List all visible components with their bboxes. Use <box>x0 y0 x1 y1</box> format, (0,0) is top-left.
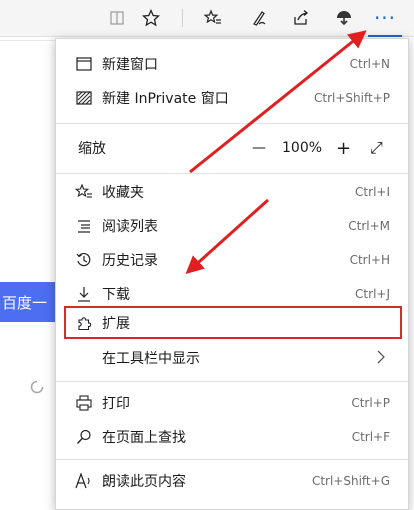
menu-item-shortcut: Ctrl+F <box>351 430 390 444</box>
menu-separator <box>56 123 408 124</box>
menu-separator <box>56 381 408 382</box>
menu-item-shortcut: Ctrl+Shift+G <box>311 474 390 488</box>
menu-item-shortcut: Ctrl+I <box>355 185 390 199</box>
favorite-star-icon[interactable] <box>134 0 168 36</box>
menu-item-read-aloud[interactable]: 朗读此页内容 Ctrl+Shift+G <box>56 464 408 498</box>
menu-item-label: 在工具栏中显示 <box>102 351 200 367</box>
reading-list-icon <box>73 215 95 237</box>
menu-item-shortcut: Ctrl+Shift+P <box>314 91 390 105</box>
more-icon[interactable]: ··· <box>368 0 402 37</box>
menu-item-label: 在页面上查找 <box>102 430 186 446</box>
menu-item-zoom: 缩放 — 100% + ⤢ <box>56 131 408 165</box>
menu-item-new-inprivate-window[interactable]: 新建 InPrivate 窗口 Ctrl+Shift+P <box>56 81 408 115</box>
extensions-highlight-box <box>64 306 402 339</box>
find-icon <box>73 426 95 448</box>
settings-menu: 新建窗口 Ctrl+N 新建 InPrivate 窗口 Ctrl+Shift+P… <box>55 38 409 510</box>
download-icon <box>73 283 95 305</box>
menu-item-shortcut: Ctrl+P <box>351 396 390 410</box>
history-icon <box>73 249 95 271</box>
chevron-right-icon <box>376 349 386 368</box>
menu-item-print[interactable]: 打印 Ctrl+P <box>56 386 408 420</box>
menu-separator <box>56 459 408 460</box>
menu-item-reading-list[interactable]: 阅读列表 Ctrl+M <box>56 209 408 243</box>
menu-item-label: 历史记录 <box>102 253 158 269</box>
menu-item-label: 阅读列表 <box>102 219 158 235</box>
page-divider <box>0 40 56 41</box>
menu-item-label: 朗读此页内容 <box>102 474 186 490</box>
read-aloud-icon <box>73 470 95 492</box>
menu-item-shortcut: Ctrl+H <box>349 253 390 267</box>
favorites-list-icon[interactable] <box>196 0 230 36</box>
menu-item-history[interactable]: 历史记录 Ctrl+H <box>56 243 408 277</box>
menu-item-shortcut: Ctrl+J <box>355 287 390 301</box>
menu-item-label: 新建窗口 <box>102 57 158 73</box>
menu-item-shortcut: Ctrl+M <box>348 219 390 233</box>
menu-item-find-on-page[interactable]: 在页面上查找 Ctrl+F <box>56 420 408 454</box>
extension-icon[interactable] <box>327 0 361 36</box>
menu-item-label: 打印 <box>102 396 130 412</box>
menu-item-favorites[interactable]: 收藏夹 Ctrl+I <box>56 175 408 209</box>
inprivate-icon <box>73 87 95 109</box>
reading-view-icon[interactable] <box>100 0 134 36</box>
zoom-value: 100% <box>282 140 323 156</box>
toolbar-separator <box>182 9 183 27</box>
zoom-out-button[interactable]: — <box>252 140 266 156</box>
menu-item-label: 下载 <box>102 287 130 303</box>
menu-item-shortcut: Ctrl+N <box>349 57 390 71</box>
baidu-search-button[interactable]: 百度一 <box>0 282 62 322</box>
window-icon <box>73 53 95 75</box>
menu-item-new-window[interactable]: 新建窗口 Ctrl+N <box>56 47 408 81</box>
full-screen-button[interactable]: ⤢ <box>370 138 383 158</box>
print-icon <box>73 392 95 414</box>
share-icon[interactable] <box>284 0 318 36</box>
loading-spinner-icon <box>30 380 44 398</box>
zoom-in-button[interactable]: + <box>336 138 351 159</box>
menu-item-show-in-toolbar[interactable]: 在工具栏中显示 <box>56 341 408 375</box>
favorites-icon <box>73 181 95 203</box>
menu-item-label: 新建 InPrivate 窗口 <box>102 91 229 107</box>
zoom-label: 缩放 <box>78 141 106 157</box>
menu-item-label: 收藏夹 <box>102 185 144 201</box>
menu-separator <box>56 173 408 174</box>
browser-toolbar: ··· <box>0 0 414 37</box>
pen-icon[interactable] <box>242 0 276 36</box>
